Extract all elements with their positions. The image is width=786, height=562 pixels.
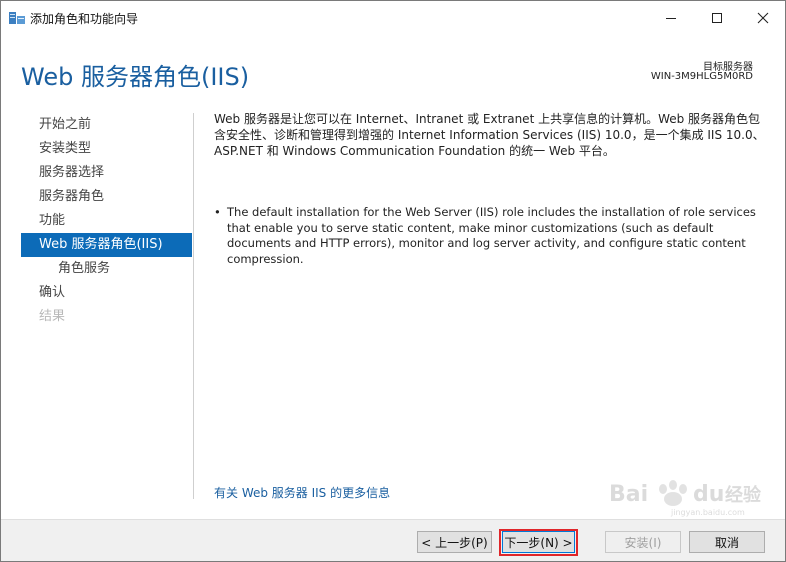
content-pane: Web 服务器是让您可以在 Internet、Intranet 或 Extran…	[214, 111, 770, 266]
baidu-watermark: Bai du 经验 jingyan.baidu.com	[609, 480, 762, 517]
svg-text:经验: 经验	[725, 484, 762, 506]
page-title: Web 服务器角色(IIS)	[21, 63, 250, 91]
window-title: 添加角色和功能向导	[30, 12, 139, 26]
nav-item-web-server-role[interactable]: Web 服务器角色(IIS)	[21, 233, 192, 257]
wizard-nav: 开始之前 安装类型 服务器选择 服务器角色 功能 Web 服务器角色(IIS) …	[21, 113, 192, 329]
nav-divider	[193, 113, 194, 499]
bullet-icon: •	[214, 205, 221, 219]
more-info-link[interactable]: 有关 Web 服务器 IIS 的更多信息	[214, 484, 390, 501]
install-button: 安装(I)	[605, 531, 681, 553]
nav-item-before-you-begin[interactable]: 开始之前	[21, 113, 192, 137]
svg-text:Bai: Bai	[609, 482, 648, 507]
nav-item-server-roles[interactable]: 服务器角色	[21, 185, 192, 209]
bullet-text: The default installation for the Web Ser…	[227, 205, 756, 266]
nav-item-confirmation[interactable]: 确认	[21, 281, 192, 305]
list-item: • The default installation for the Web S…	[214, 205, 770, 267]
minimize-button[interactable]	[648, 1, 694, 35]
close-button[interactable]	[740, 1, 785, 35]
nav-item-server-selection[interactable]: 服务器选择	[21, 161, 192, 185]
nav-item-role-services[interactable]: 角色服务	[21, 257, 192, 281]
title-bar[interactable]: 添加角色和功能向导	[1, 1, 785, 35]
maximize-button[interactable]	[694, 1, 740, 35]
svg-text:du: du	[693, 482, 724, 507]
role-description: Web 服务器是让您可以在 Internet、Intranet 或 Extran…	[214, 112, 765, 158]
minimize-icon	[666, 18, 676, 19]
previous-button[interactable]: < 上一步(P)	[417, 531, 492, 553]
next-button[interactable]: 下一步(N) >	[502, 531, 575, 553]
cancel-button[interactable]: 取消	[689, 531, 765, 553]
nav-item-features[interactable]: 功能	[21, 209, 192, 233]
close-icon	[757, 12, 769, 24]
maximize-icon	[712, 13, 722, 23]
nav-item-results: 结果	[39, 309, 66, 324]
server-manager-icon	[9, 12, 25, 24]
destination-server-name: WIN-3M9HLG5M0RD	[650, 71, 753, 82]
nav-item-installation-type[interactable]: 安装类型	[21, 137, 192, 161]
wizard-window: 添加角色和功能向导 Web 服务器角色(IIS) 目标服务器 WIN-3M9HL…	[0, 0, 786, 562]
svg-text:jingyan.baidu.com: jingyan.baidu.com	[670, 508, 745, 517]
button-bar: < 上一步(P) 下一步(N) > 安装(I) 取消	[1, 519, 785, 561]
notes-list: • The default installation for the Web S…	[214, 205, 770, 267]
